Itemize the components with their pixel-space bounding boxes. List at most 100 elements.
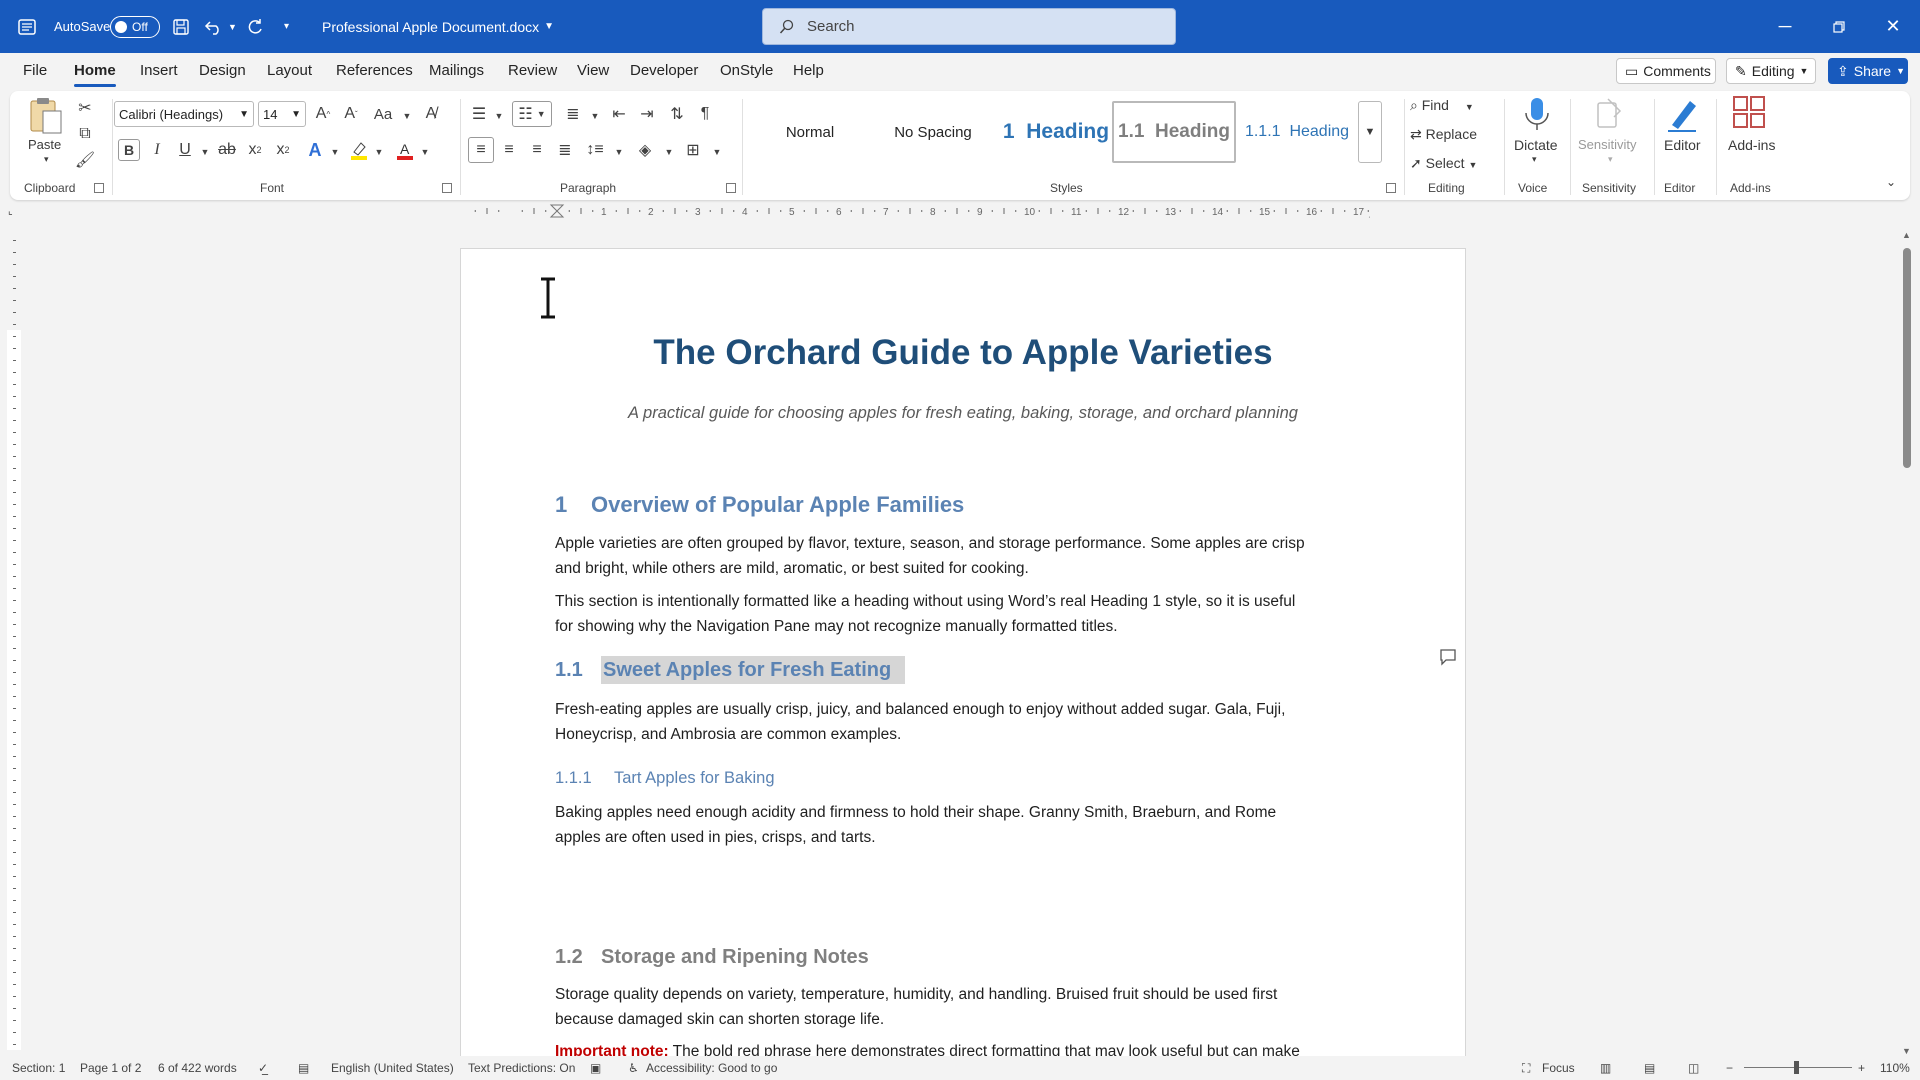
paragraph-launcher-icon[interactable]: [726, 183, 736, 193]
paragraph-5[interactable]: Storage quality depends on variety, temp…: [555, 982, 1385, 1032]
align-center-icon[interactable]: ≡: [498, 139, 520, 161]
format-painter-icon[interactable]: 🖌: [74, 149, 96, 171]
undo-icon[interactable]: [204, 0, 224, 53]
text-predictions[interactable]: Text Predictions: On: [468, 1061, 575, 1075]
styles-launcher-icon[interactable]: [1386, 183, 1396, 193]
zoom-level[interactable]: 110%: [1880, 1061, 1910, 1075]
line-spacing-icon[interactable]: ↕≡: [584, 139, 606, 161]
section-indicator[interactable]: Section: 1: [12, 1061, 65, 1075]
sensitivity-button[interactable]: Sensitivity: [1578, 137, 1637, 152]
clear-formatting-icon[interactable]: A̸: [420, 103, 442, 125]
scroll-down-icon[interactable]: ▼: [1902, 1046, 1911, 1056]
select-button[interactable]: ➚ Select ▼: [1410, 155, 1477, 172]
focus-button[interactable]: Focus: [1542, 1061, 1575, 1075]
tab-references[interactable]: References: [336, 62, 413, 79]
print-layout-icon[interactable]: ▤: [1644, 1061, 1655, 1075]
align-right-icon[interactable]: ≡: [526, 139, 548, 161]
tab-selector-icon[interactable]: ⌞: [8, 206, 13, 217]
tab-mailings[interactable]: Mailings: [429, 62, 484, 79]
clipboard-launcher-icon[interactable]: [94, 183, 104, 193]
chevron-down-icon[interactable]: ▼: [414, 141, 436, 163]
find-button[interactable]: ⌕ Find ▼: [1410, 97, 1474, 114]
numbering-button[interactable]: ☷ ▼: [512, 101, 552, 127]
tab-home[interactable]: Home: [74, 62, 116, 87]
copy-icon[interactable]: ⧉: [74, 123, 96, 145]
chevron-down-icon[interactable]: ▼: [608, 141, 630, 163]
style-no-spacing[interactable]: No Spacing: [874, 101, 992, 163]
change-case-icon[interactable]: Aa: [372, 103, 394, 125]
undo-dropdown-icon[interactable]: ▼: [228, 0, 237, 53]
paragraph-3[interactable]: Fresh-eating apples are usually crisp, j…: [555, 697, 1385, 747]
scroll-up-icon[interactable]: ▲: [1902, 230, 1911, 240]
document-page[interactable]: The Orchard Guide to Apple Varieties A p…: [460, 248, 1466, 1060]
heading-1-1-1[interactable]: 1.1.1 Tart Apples for Baking: [555, 769, 775, 788]
addins-icon[interactable]: [1732, 95, 1766, 132]
show-formatting-icon[interactable]: ¶: [694, 103, 716, 125]
dictate-dropdown-icon[interactable]: ▾: [1532, 154, 1537, 165]
document-name[interactable]: Professional Apple Document.docx ▼: [322, 0, 554, 53]
collapse-ribbon-icon[interactable]: ⌄: [1886, 175, 1896, 189]
focus-icon[interactable]: ⛶: [1522, 1061, 1530, 1076]
tab-onstyle[interactable]: OnStyle: [720, 62, 773, 79]
sensitivity-icon[interactable]: [1594, 95, 1624, 134]
zoom-slider-thumb[interactable]: [1794, 1061, 1799, 1074]
microphone-icon[interactable]: [1522, 95, 1552, 138]
language-indicator[interactable]: English (United States): [331, 1061, 454, 1075]
vertical-ruler[interactable]: [5, 230, 23, 1050]
horizontal-ruler[interactable]: 1 2 3 4 5 6 7 8 9 10 11 12 13 14 15 16 17: [460, 203, 1370, 219]
paragraph-2[interactable]: This section is intentionally formatted …: [555, 589, 1385, 639]
paragraph-4[interactable]: Baking apples need enough acidity and fi…: [555, 800, 1385, 850]
tab-developer[interactable]: Developer: [630, 62, 698, 79]
styles-more-button[interactable]: ▼: [1358, 101, 1382, 163]
increase-indent-icon[interactable]: ⇥: [636, 103, 658, 125]
italic-button[interactable]: I: [146, 139, 168, 161]
word-count[interactable]: 6 of 422 words: [158, 1061, 237, 1075]
justify-icon[interactable]: ≣: [554, 139, 576, 161]
style-heading-2[interactable]: 1.1 Heading: [1112, 101, 1236, 163]
tab-insert[interactable]: Insert: [140, 62, 178, 79]
tab-review[interactable]: Review: [508, 62, 557, 79]
comment-marker-icon[interactable]: [1438, 648, 1458, 669]
strikethrough-button[interactable]: ab: [216, 139, 238, 161]
font-family-combo[interactable]: Calibri (Headings) ▼: [114, 101, 254, 127]
restore-button[interactable]: [1812, 0, 1866, 53]
web-layout-icon[interactable]: ◫: [1688, 1061, 1699, 1075]
highlight-icon[interactable]: [348, 139, 370, 161]
comments-button[interactable]: ▭ Comments: [1616, 58, 1716, 84]
font-launcher-icon[interactable]: [442, 183, 452, 193]
close-button[interactable]: ✕: [1866, 0, 1920, 53]
heading-1[interactable]: 1 Overview of Popular Apple Families: [555, 492, 964, 518]
scroll-thumb[interactable]: [1903, 248, 1911, 468]
read-mode-icon[interactable]: ▥: [1600, 1061, 1611, 1075]
bullets-icon[interactable]: ☰: [468, 103, 490, 125]
tab-view[interactable]: View: [577, 62, 609, 79]
tab-design[interactable]: Design: [199, 62, 246, 79]
paste-icon[interactable]: [28, 95, 68, 141]
proofing-icon[interactable]: ✓̲: [258, 1061, 268, 1075]
align-left-button[interactable]: ≡: [468, 137, 494, 163]
track-changes-icon[interactable]: ▤: [298, 1061, 309, 1075]
cut-icon[interactable]: ✂: [74, 97, 96, 119]
shrink-font-icon[interactable]: Aˇ: [340, 103, 362, 125]
dictate-label[interactable]: Dictate: [1514, 137, 1558, 153]
grow-font-icon[interactable]: A ^: [312, 103, 334, 125]
document-subtitle[interactable]: A practical guide for choosing apples fo…: [461, 404, 1465, 423]
borders-icon[interactable]: ⊞: [682, 139, 704, 161]
chevron-down-icon[interactable]: ▼: [488, 105, 510, 127]
subscript-button[interactable]: x2: [244, 139, 266, 161]
replace-button[interactable]: ⇄ Replace: [1410, 126, 1477, 143]
chevron-down-icon[interactable]: ▼: [194, 141, 216, 163]
sensitivity-dropdown-icon[interactable]: ▾: [1608, 154, 1613, 165]
font-color-icon[interactable]: A: [394, 139, 416, 161]
autosave-toggle[interactable]: Off: [110, 0, 160, 53]
style-heading-1[interactable]: 1 Heading: [996, 101, 1116, 163]
vertical-scrollbar[interactable]: ▲ ▼: [1900, 228, 1914, 1056]
heading-1-2[interactable]: 1.2 Storage and Ripening Notes: [555, 946, 869, 969]
style-heading-3[interactable]: 1.1.1 Heading: [1238, 101, 1356, 163]
editor-button[interactable]: Editor: [1664, 137, 1701, 153]
text-effects-icon[interactable]: A: [304, 139, 326, 161]
underline-button[interactable]: U: [174, 139, 196, 161]
heading-1-1[interactable]: 1.1 Sweet Apples for Fresh Eating: [555, 656, 906, 684]
chevron-down-icon[interactable]: ▼: [658, 141, 680, 163]
zoom-in-icon[interactable]: +: [1858, 1061, 1865, 1075]
